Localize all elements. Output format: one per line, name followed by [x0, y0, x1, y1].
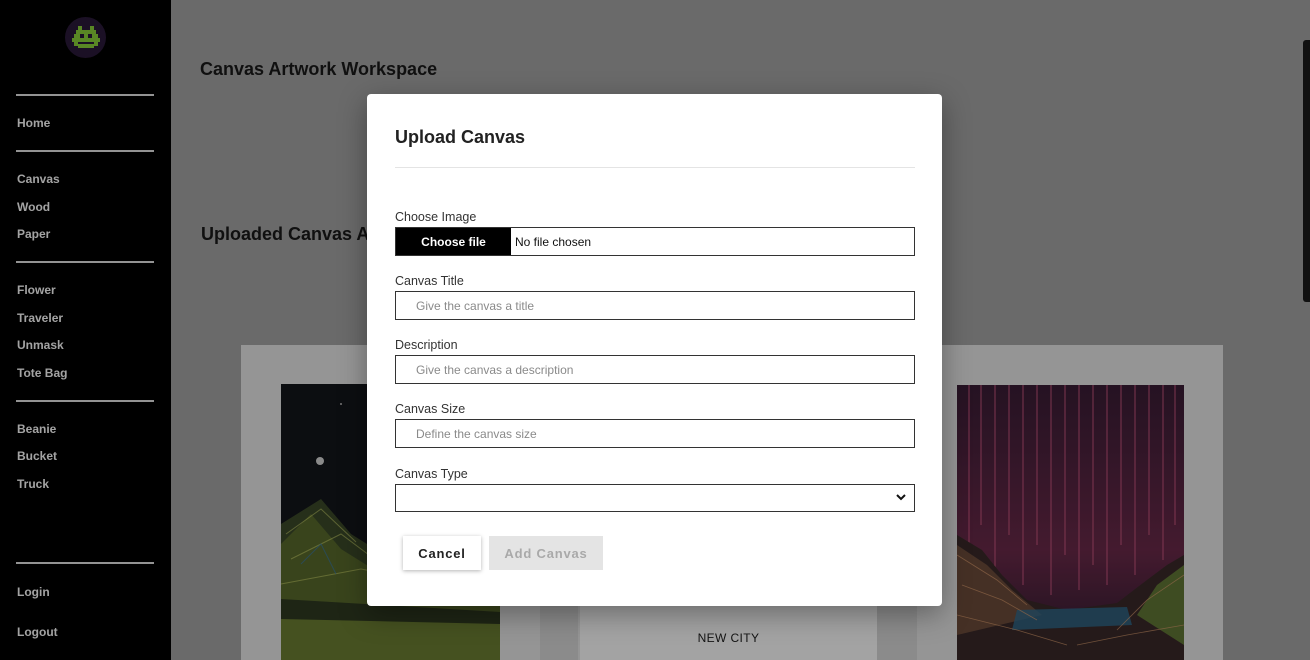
choose-image-label: Choose Image	[395, 210, 477, 224]
canvas-size-input[interactable]	[395, 419, 915, 448]
canvas-title-input[interactable]	[395, 291, 915, 320]
canvas-size-label: Canvas Size	[395, 402, 466, 416]
file-input[interactable]: Choose file No file chosen	[395, 227, 915, 256]
dialog-title: Upload Canvas	[395, 127, 526, 147]
description-input[interactable]	[395, 355, 915, 384]
page-scrollbar[interactable]	[1303, 40, 1310, 302]
canvas-type-label: Canvas Type	[395, 467, 468, 481]
add-canvas-button[interactable]: Add Canvas	[489, 536, 603, 570]
canvas-type-select[interactable]	[395, 484, 915, 512]
canvas-title-label: Canvas Title	[395, 274, 464, 288]
dialog-divider	[395, 167, 915, 168]
file-status-text: No file chosen	[515, 234, 592, 249]
chevron-down-icon	[896, 494, 906, 501]
cancel-button[interactable]: Cancel	[403, 536, 481, 570]
choose-file-button[interactable]: Choose file	[396, 228, 511, 255]
upload-canvas-dialog: Upload Canvas Choose Image Choose file N…	[367, 94, 942, 606]
description-label: Description	[395, 338, 458, 352]
